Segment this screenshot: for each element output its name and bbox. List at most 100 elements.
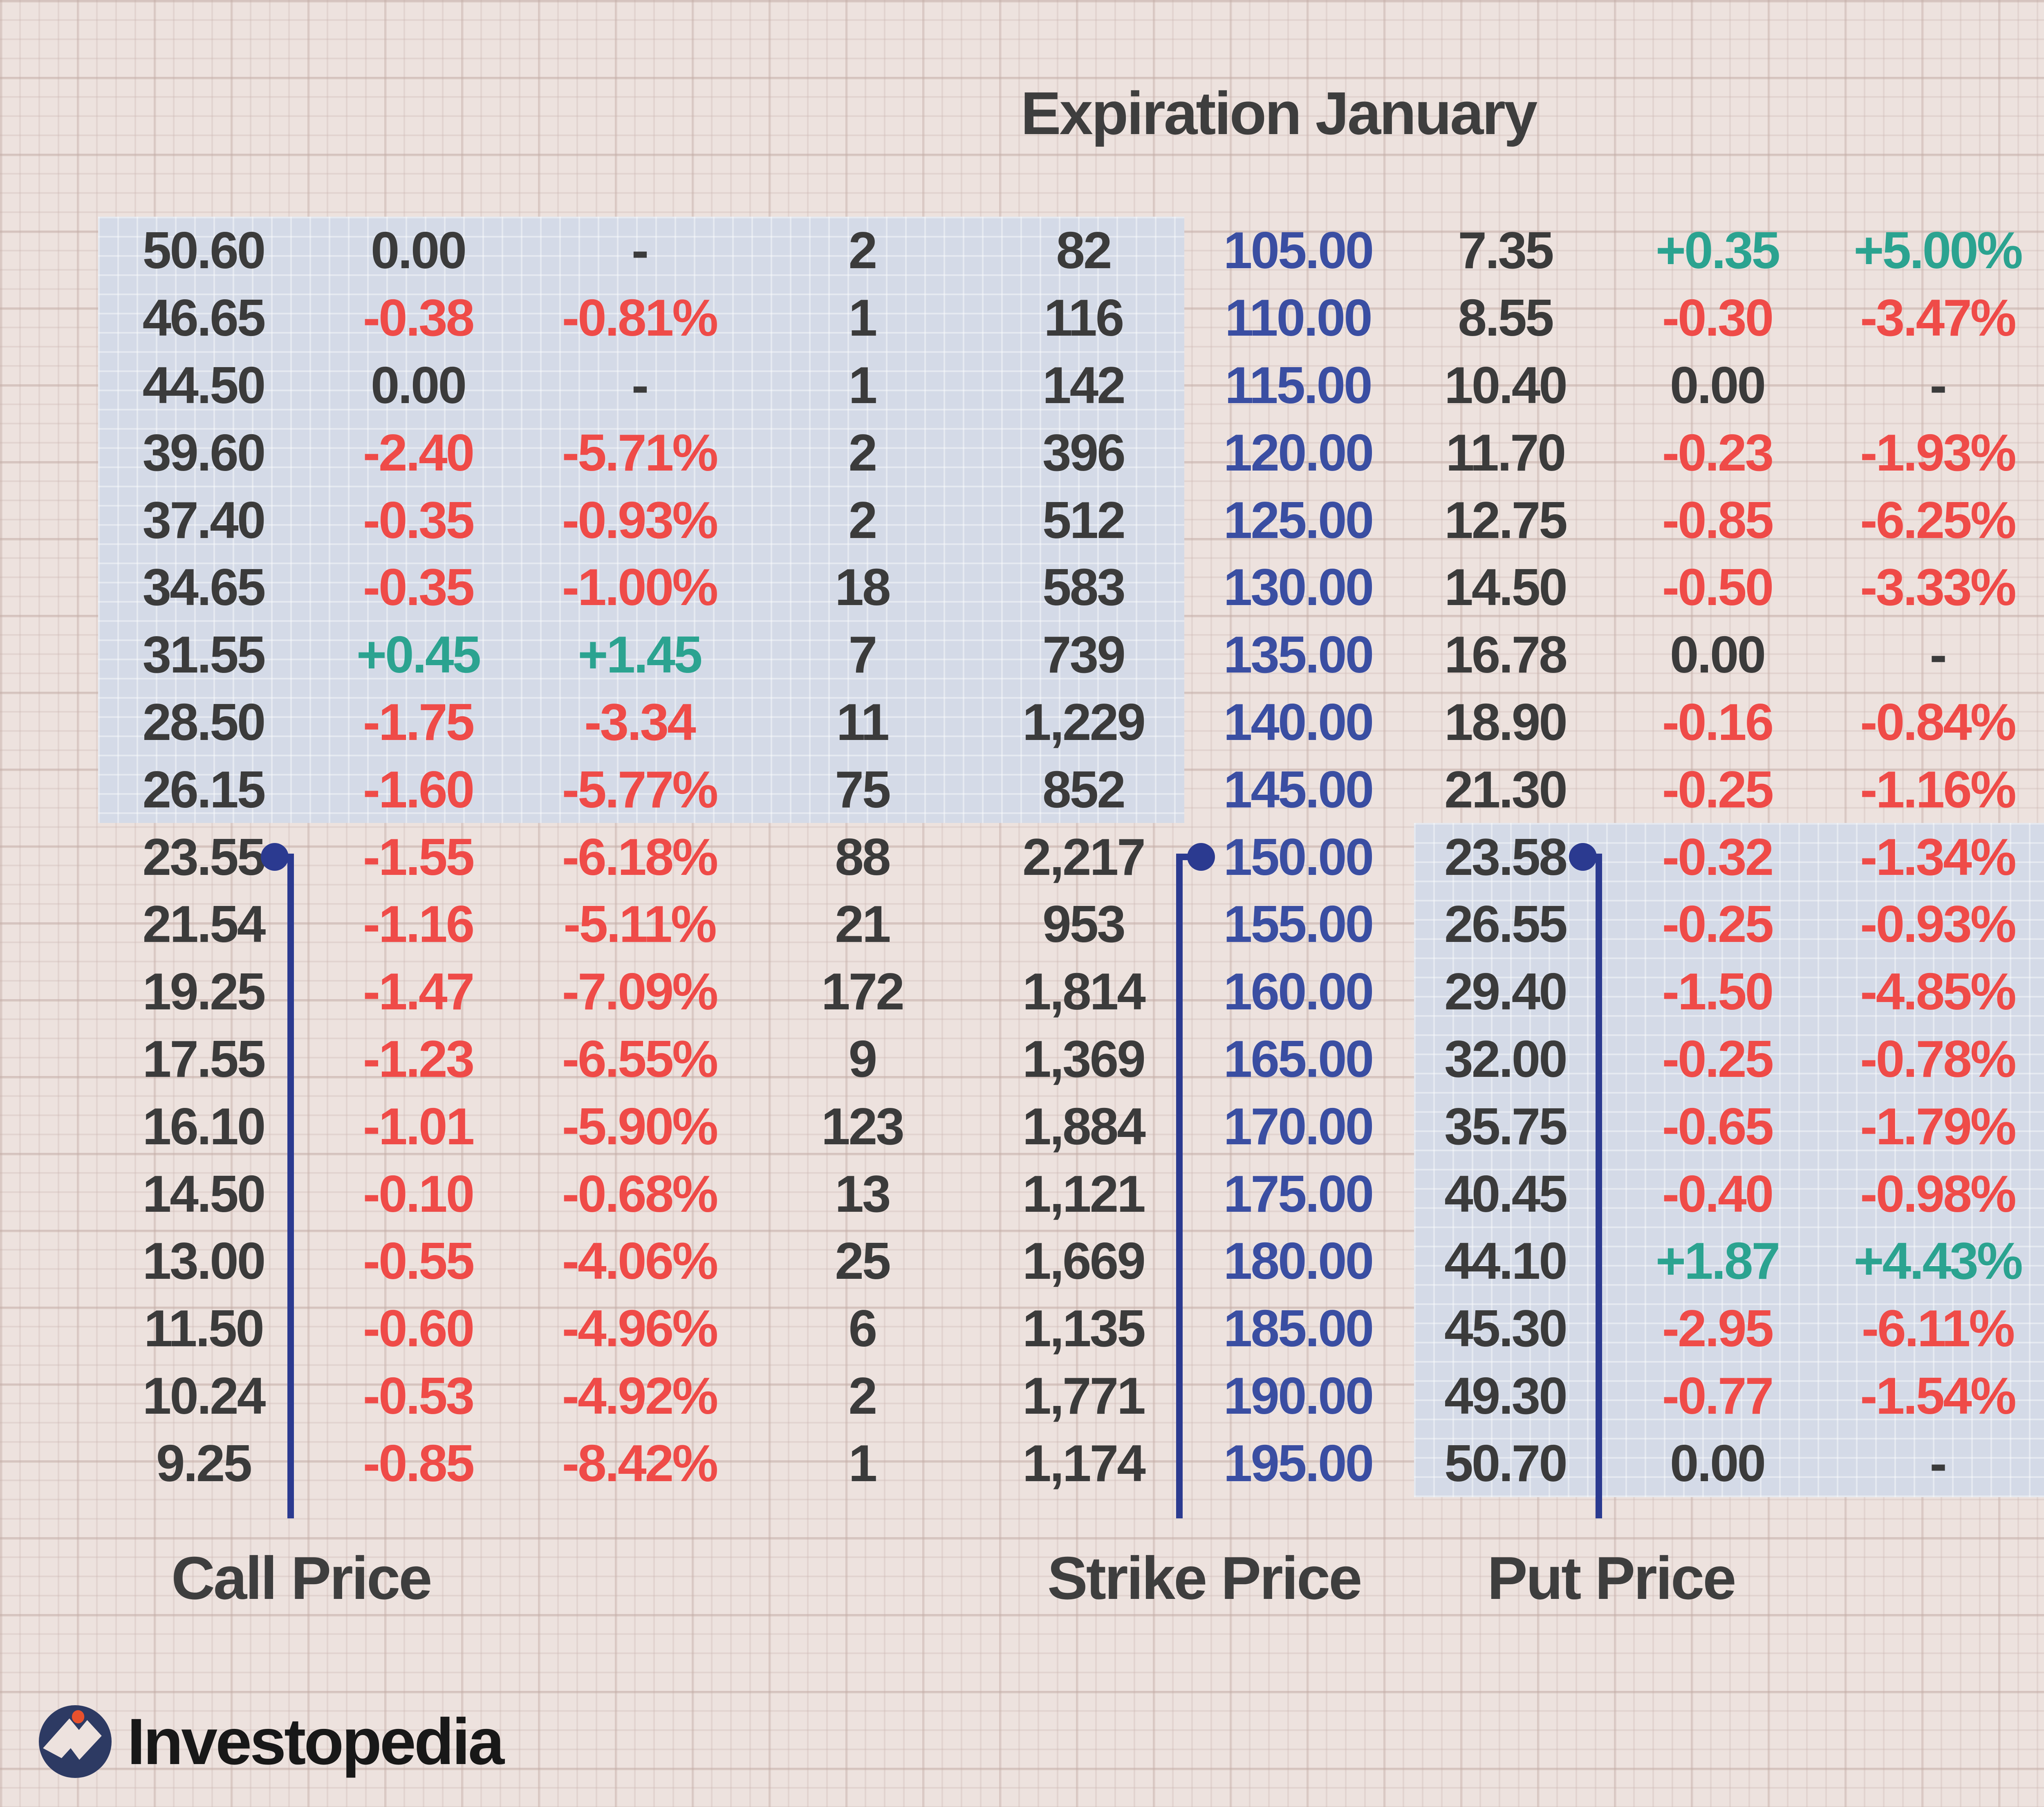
cell-call-change: -0.85 bbox=[309, 1433, 527, 1493]
cell-put-change: +0.35 bbox=[1608, 220, 1826, 280]
cell-call-open-interest: 583 bbox=[973, 557, 1194, 617]
cell-call-change-pct: -0.81% bbox=[527, 288, 751, 348]
cell-put-last: 21.30 bbox=[1402, 760, 1608, 819]
put-price-label: Put Price bbox=[1487, 1544, 1735, 1613]
cell-put-change-pct: -1.16% bbox=[1826, 760, 2044, 819]
cell-call-last: 11.50 bbox=[98, 1298, 309, 1358]
cell-strike: 130.00 bbox=[1194, 557, 1402, 617]
cell-put-change: 0.00 bbox=[1608, 355, 1826, 415]
cell-call-change: -1.16 bbox=[309, 894, 527, 954]
cell-put-last: 26.55 bbox=[1402, 894, 1608, 954]
cell-put-change-pct: -1.34% bbox=[1826, 827, 2044, 887]
cell-put-change: -0.85 bbox=[1608, 490, 1826, 550]
cell-put-change: -0.65 bbox=[1608, 1096, 1826, 1156]
table-row: 19.25-1.47-7.09%1721,814160.0029.40-1.50… bbox=[98, 958, 2044, 1025]
cell-call-change: -0.35 bbox=[309, 490, 527, 550]
cell-call-change: -0.10 bbox=[309, 1164, 527, 1224]
table-row: 39.60-2.40-5.71%2396120.0011.70-0.23-1.9… bbox=[98, 419, 2044, 486]
cell-call-change: -1.75 bbox=[309, 692, 527, 752]
cell-put-change-pct: -1.54% bbox=[1826, 1366, 2044, 1426]
strike-price-connector-vertical-line bbox=[1176, 854, 1183, 1518]
cell-put-last: 12.75 bbox=[1402, 490, 1608, 550]
table-row: 17.55-1.23-6.55%91,369165.0032.00-0.25-0… bbox=[98, 1025, 2044, 1093]
cell-call-open-interest: 953 bbox=[973, 894, 1194, 954]
cell-call-change: -1.23 bbox=[309, 1029, 527, 1089]
cell-put-change-pct: -1.79% bbox=[1826, 1096, 2044, 1156]
table-row: 46.65-0.38-0.81%1116110.008.55-0.30-3.47… bbox=[98, 284, 2044, 352]
cell-call-open-interest: 396 bbox=[973, 423, 1194, 482]
table-row: 44.500.00-1142115.0010.400.00-21,411 bbox=[98, 352, 2044, 419]
cell-call-volume: 13 bbox=[751, 1164, 973, 1224]
cell-call-last: 50.60 bbox=[98, 220, 309, 280]
cell-call-last: 13.00 bbox=[98, 1231, 309, 1291]
cell-call-change-pct: -0.68% bbox=[527, 1164, 751, 1224]
cell-call-change-pct: -5.77% bbox=[527, 760, 751, 819]
cell-call-last: 19.25 bbox=[98, 962, 309, 1021]
cell-strike: 105.00 bbox=[1194, 220, 1402, 280]
cell-strike: 180.00 bbox=[1194, 1231, 1402, 1291]
cell-put-change-pct: -0.98% bbox=[1826, 1164, 2044, 1224]
cell-call-change: -0.35 bbox=[309, 557, 527, 617]
cell-call-last: 26.15 bbox=[98, 760, 309, 819]
table-row: 34.65-0.35-1.00%18583130.0014.50-0.50-3.… bbox=[98, 554, 2044, 621]
cell-call-open-interest: 116 bbox=[973, 288, 1194, 348]
cell-put-change: -0.32 bbox=[1608, 827, 1826, 887]
cell-call-change-pct: - bbox=[527, 355, 751, 415]
cell-put-change-pct: -3.47% bbox=[1826, 288, 2044, 348]
cell-put-change: 0.00 bbox=[1608, 625, 1826, 684]
cell-put-change: 0.00 bbox=[1608, 1433, 1826, 1493]
cell-strike: 140.00 bbox=[1194, 692, 1402, 752]
cell-strike: 175.00 bbox=[1194, 1164, 1402, 1224]
cell-put-last: 49.30 bbox=[1402, 1366, 1608, 1426]
cell-call-change-pct: +1.45 bbox=[527, 625, 751, 684]
cell-put-change: +1.87 bbox=[1608, 1231, 1826, 1291]
cell-call-change-pct: -4.96% bbox=[527, 1298, 751, 1358]
cell-put-last: 44.10 bbox=[1402, 1231, 1608, 1291]
cell-call-last: 34.65 bbox=[98, 557, 309, 617]
cell-put-change-pct: - bbox=[1826, 355, 2044, 415]
call-price-connector-vertical-line bbox=[287, 854, 294, 1518]
cell-call-volume: 1 bbox=[751, 355, 973, 415]
cell-call-open-interest: 2,217 bbox=[973, 827, 1194, 887]
cell-call-volume: 88 bbox=[751, 827, 973, 887]
cell-call-change-pct: -8.42% bbox=[527, 1433, 751, 1493]
cell-put-last: 8.55 bbox=[1402, 288, 1608, 348]
table-row: 31.55+0.45+1.457739135.0016.780.00-741,9… bbox=[98, 621, 2044, 688]
cell-call-last: 37.40 bbox=[98, 490, 309, 550]
investopedia-logo: Investopedia bbox=[39, 1704, 502, 1779]
cell-strike: 195.00 bbox=[1194, 1433, 1402, 1493]
cell-strike: 135.00 bbox=[1194, 625, 1402, 684]
cell-put-change-pct: -4.85% bbox=[1826, 962, 2044, 1021]
cell-put-change: -0.25 bbox=[1608, 1029, 1826, 1089]
cell-call-open-interest: 142 bbox=[973, 355, 1194, 415]
cell-call-change: -0.53 bbox=[309, 1366, 527, 1426]
options-chain-infographic: Expiration January 50.600.00-282105.007.… bbox=[0, 0, 2044, 1807]
cell-call-volume: 123 bbox=[751, 1096, 973, 1156]
cell-call-change-pct: -6.18% bbox=[527, 827, 751, 887]
cell-call-last: 46.65 bbox=[98, 288, 309, 348]
cell-strike: 160.00 bbox=[1194, 962, 1402, 1021]
cell-call-change: -1.55 bbox=[309, 827, 527, 887]
cell-call-change-pct: -6.55% bbox=[527, 1029, 751, 1089]
cell-put-change-pct: +4.43% bbox=[1826, 1231, 2044, 1291]
cell-put-change-pct: -0.93% bbox=[1826, 894, 2044, 954]
cell-put-change-pct: -3.33% bbox=[1826, 557, 2044, 617]
cell-call-volume: 2 bbox=[751, 423, 973, 482]
cell-call-change-pct: -4.92% bbox=[527, 1366, 751, 1426]
table-row: 26.15-1.60-5.77%75852145.0021.30-0.25-1.… bbox=[98, 756, 2044, 823]
cell-call-open-interest: 512 bbox=[973, 490, 1194, 550]
cell-call-change: -1.60 bbox=[309, 760, 527, 819]
page-title: Expiration January bbox=[0, 79, 2044, 148]
table-row: 37.40-0.35-0.93%2512125.0012.75-0.85-6.2… bbox=[98, 486, 2044, 554]
cell-strike: 125.00 bbox=[1194, 490, 1402, 550]
cell-call-change: -0.55 bbox=[309, 1231, 527, 1291]
cell-call-change: 0.00 bbox=[309, 220, 527, 280]
cell-call-change: -1.47 bbox=[309, 962, 527, 1021]
cell-put-change: -0.30 bbox=[1608, 288, 1826, 348]
cell-call-open-interest: 1,771 bbox=[973, 1366, 1194, 1426]
cell-strike: 165.00 bbox=[1194, 1029, 1402, 1089]
cell-call-change-pct: -3.34 bbox=[527, 692, 751, 752]
strike-price-label: Strike Price bbox=[1047, 1544, 1361, 1613]
cell-call-volume: 75 bbox=[751, 760, 973, 819]
investopedia-logo-icon bbox=[39, 1705, 112, 1778]
